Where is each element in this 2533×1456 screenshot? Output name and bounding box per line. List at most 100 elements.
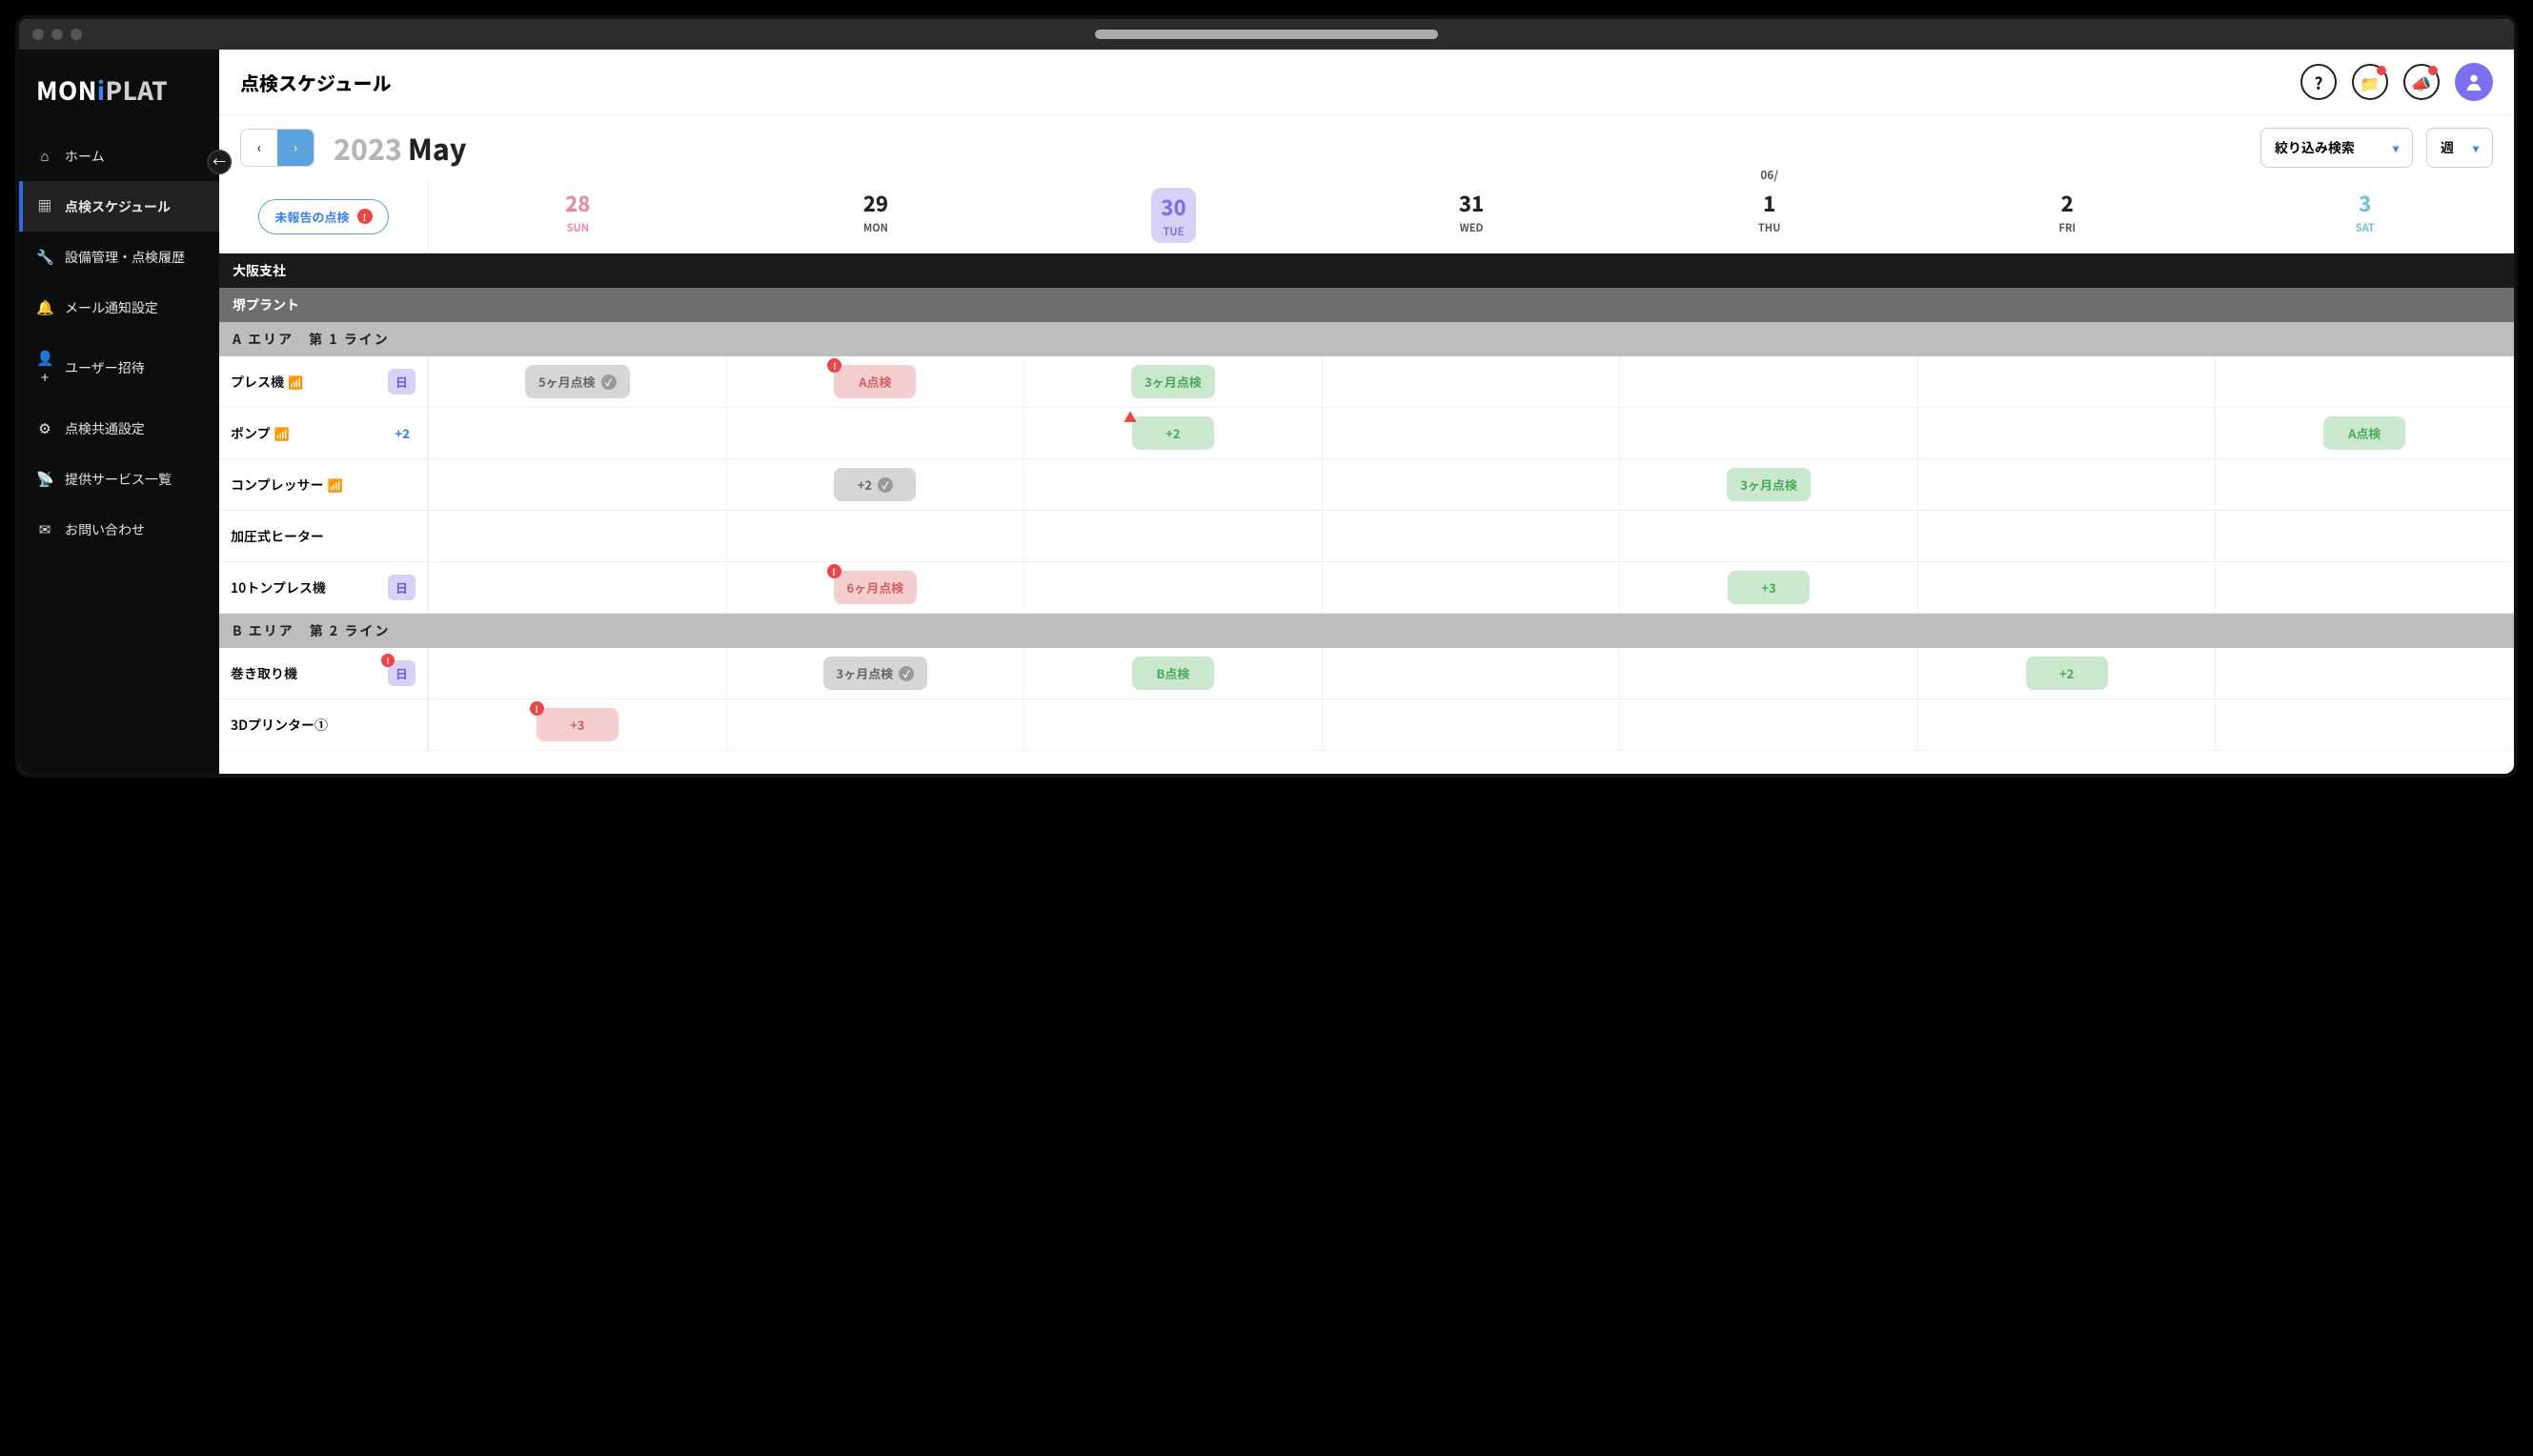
schedule-cell[interactable]: +2✓ bbox=[727, 459, 1025, 510]
schedule-cell[interactable]: ▲+2 bbox=[1024, 408, 1323, 458]
equipment-label-cell[interactable]: コンプレッサー📶 bbox=[219, 459, 429, 510]
nav-item[interactable]: 🔔メール通知設定 bbox=[19, 282, 219, 333]
schedule-cell[interactable]: +3 bbox=[1620, 562, 1918, 613]
schedule-cell[interactable] bbox=[1323, 459, 1621, 510]
schedule-cell[interactable] bbox=[2216, 648, 2514, 698]
schedule-cell[interactable] bbox=[1323, 699, 1621, 750]
chip-label: A点検 bbox=[859, 373, 891, 391]
schedule-chip[interactable]: 3ヶ月点検✓ bbox=[823, 657, 928, 690]
schedule-cell[interactable] bbox=[2216, 459, 2514, 510]
schedule-cell[interactable]: A点検 bbox=[2216, 408, 2514, 458]
schedule-cell[interactable] bbox=[1024, 562, 1323, 613]
schedule-chip[interactable]: 3ヶ月点検 bbox=[1727, 468, 1811, 501]
day-header[interactable]: 29MON bbox=[727, 180, 1025, 253]
schedule-cell[interactable] bbox=[1323, 648, 1621, 698]
nav-item[interactable]: 👤+ユーザー招待 bbox=[19, 333, 219, 403]
schedule-cell[interactable] bbox=[429, 511, 727, 561]
schedule-cell[interactable] bbox=[1918, 562, 2217, 613]
schedule-cell[interactable] bbox=[1620, 356, 1918, 407]
schedule-cell[interactable] bbox=[1620, 699, 1918, 750]
day-header[interactable]: 2FRI bbox=[1918, 180, 2217, 253]
schedule-cell[interactable]: 3ヶ月点検 bbox=[1620, 459, 1918, 510]
equipment-label-cell[interactable]: 10トンプレス機日 bbox=[219, 562, 429, 613]
schedule-chip[interactable]: +2 bbox=[2026, 657, 2108, 690]
schedule-cell[interactable] bbox=[1918, 511, 2217, 561]
schedule-cell[interactable] bbox=[1024, 511, 1323, 561]
unreported-button[interactable]: 未報告の点検 ! bbox=[258, 199, 388, 234]
view-mode-select[interactable]: 週▾ bbox=[2426, 128, 2493, 168]
schedule-cell[interactable]: 3ヶ月点検 bbox=[1024, 356, 1323, 407]
schedule-cell[interactable] bbox=[1918, 459, 2217, 510]
nav-item[interactable]: ▦点検スケジュール bbox=[19, 181, 219, 232]
schedule-chip[interactable]: +2✓ bbox=[834, 468, 916, 501]
schedule-cell[interactable] bbox=[1323, 562, 1621, 613]
schedule-cell[interactable] bbox=[1024, 459, 1323, 510]
schedule-cell[interactable] bbox=[429, 562, 727, 613]
equipment-label-cell[interactable]: プレス機📶日 bbox=[219, 356, 429, 407]
schedule-chip[interactable]: 5ヶ月点検✓ bbox=[525, 365, 630, 398]
schedule-chip[interactable]: B点検 bbox=[1132, 657, 1214, 690]
schedule-chip[interactable]: A点検 bbox=[2323, 416, 2405, 450]
schedule-cell[interactable] bbox=[1024, 699, 1323, 750]
nav-item[interactable]: 📡提供サービス一覧 bbox=[19, 454, 219, 504]
schedule-cell[interactable] bbox=[1323, 408, 1621, 458]
schedule-cell[interactable]: !6ヶ月点検 bbox=[727, 562, 1025, 613]
schedule-cell[interactable] bbox=[2216, 356, 2514, 407]
section-header: 大阪支社 bbox=[219, 253, 2514, 288]
schedule-cell[interactable]: 3ヶ月点検✓ bbox=[727, 648, 1025, 698]
schedule-cell[interactable] bbox=[727, 511, 1025, 561]
schedule-cell[interactable]: B点検 bbox=[1024, 648, 1323, 698]
prev-period-button[interactable]: ‹ bbox=[241, 130, 277, 166]
day-of-week: SUN bbox=[433, 220, 723, 235]
schedule-cell[interactable] bbox=[1323, 511, 1621, 561]
schedule-chip[interactable]: !6ヶ月点検 bbox=[834, 571, 918, 604]
schedule-cell[interactable] bbox=[429, 459, 727, 510]
schedule-cell[interactable] bbox=[1918, 356, 2217, 407]
schedule-cell[interactable] bbox=[429, 648, 727, 698]
day-header[interactable]: 30TUE bbox=[1024, 180, 1323, 253]
schedule-cell[interactable] bbox=[727, 699, 1025, 750]
schedule-chip[interactable]: +3 bbox=[1728, 571, 1810, 604]
filter-select[interactable]: 絞り込み検索▾ bbox=[2260, 128, 2413, 168]
day-header[interactable]: 06/1THU bbox=[1620, 180, 1918, 253]
equipment-label-cell[interactable]: 加圧式ヒーター bbox=[219, 511, 429, 561]
equipment-label-cell[interactable]: 巻き取り機!日 bbox=[219, 648, 429, 698]
schedule-chip[interactable]: !+3 bbox=[537, 708, 618, 741]
nav-item[interactable]: 🔧設備管理・点検履歴 bbox=[19, 232, 219, 282]
next-period-button[interactable]: › bbox=[277, 130, 314, 166]
day-header[interactable]: 28SUN bbox=[429, 180, 727, 253]
schedule-cell[interactable]: +2 bbox=[1918, 648, 2217, 698]
schedule-cell[interactable]: 5ヶ月点検✓ bbox=[429, 356, 727, 407]
nav-item[interactable]: ✉お問い合わせ bbox=[19, 504, 219, 555]
schedule-cell[interactable]: !+3 bbox=[429, 699, 727, 750]
schedule-cell[interactable]: !A点検 bbox=[727, 356, 1025, 407]
equipment-label-cell[interactable]: ポンプ📶+2 bbox=[219, 408, 429, 458]
equipment-label-cell[interactable]: 3Dプリンター① bbox=[219, 699, 429, 750]
nav-item[interactable]: ⌂ホーム bbox=[19, 131, 219, 181]
schedule-cell[interactable] bbox=[2216, 511, 2514, 561]
schedule-cell[interactable] bbox=[1918, 408, 2217, 458]
schedule-chip[interactable]: !A点検 bbox=[834, 365, 916, 398]
schedule-cell[interactable] bbox=[1918, 699, 2217, 750]
help-button[interactable]: ? bbox=[2300, 64, 2337, 100]
announcements-button[interactable]: 📣 bbox=[2403, 64, 2440, 100]
notifications-button[interactable]: 📁 bbox=[2352, 64, 2388, 100]
schedule-cell[interactable] bbox=[1620, 511, 1918, 561]
schedule-chip[interactable]: 3ヶ月点検 bbox=[1131, 365, 1215, 398]
sidebar-collapse-button[interactable]: ← bbox=[207, 150, 232, 174]
count-badge: +2 bbox=[389, 420, 415, 446]
day-header[interactable]: 31WED bbox=[1323, 180, 1621, 253]
user-avatar[interactable] bbox=[2455, 63, 2493, 101]
schedule-chip[interactable]: ▲+2 bbox=[1132, 416, 1214, 450]
schedule-cell[interactable] bbox=[2216, 699, 2514, 750]
schedule-cell[interactable] bbox=[727, 408, 1025, 458]
schedule-cell[interactable] bbox=[1620, 648, 1918, 698]
day-header[interactable]: 3SAT bbox=[2216, 180, 2514, 253]
nav-item[interactable]: ⚙点検共通設定 bbox=[19, 403, 219, 454]
schedule-cell[interactable] bbox=[1620, 408, 1918, 458]
schedule-cell[interactable] bbox=[2216, 562, 2514, 613]
schedule-cell[interactable] bbox=[429, 408, 727, 458]
schedule-cell[interactable] bbox=[1323, 356, 1621, 407]
url-bar[interactable] bbox=[1095, 30, 1438, 39]
nav-label: 点検スケジュール bbox=[65, 197, 171, 216]
